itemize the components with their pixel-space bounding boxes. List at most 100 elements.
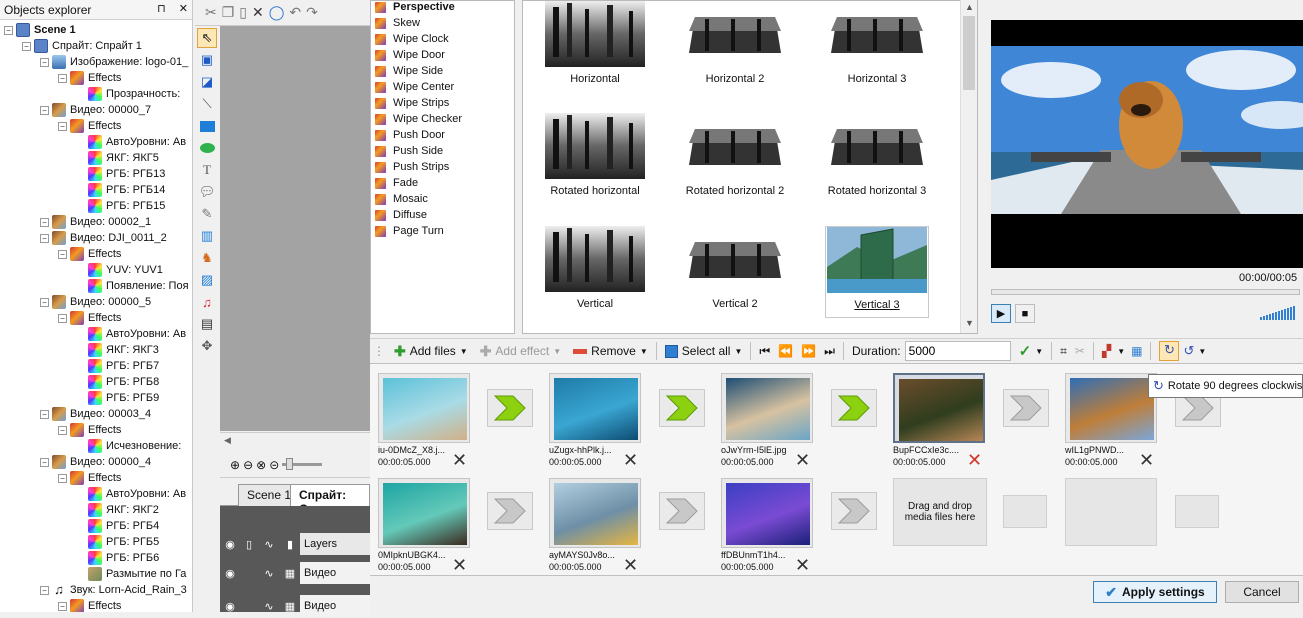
audio-tool-icon[interactable]: ♫ [197,292,217,312]
apply-settings-button[interactable]: ✔ Apply settings [1093,581,1217,603]
transition-thumb[interactable]: Rotated horizontal 3 [825,113,929,197]
scroll-thumb[interactable] [963,16,975,90]
media-item[interactable] [378,373,470,443]
rotate-ccw-icon[interactable]: ↺ [1183,343,1194,359]
ellipse-tool-icon[interactable] [197,138,217,158]
pin-icon[interactable]: ⊓ [157,3,166,15]
tree-item[interactable]: РГБ: РГБ8 [76,374,159,390]
transition-item[interactable]: Mosaic [375,191,428,207]
collapse-icon[interactable]: − [40,233,49,243]
dropdown-icon[interactable]: ▼ [1035,347,1043,356]
grid-view-icon[interactable]: ▦ [1131,344,1142,358]
text-tool-icon[interactable]: T [197,160,217,180]
callout-tool-icon[interactable]: 💬︎ [197,182,217,202]
eye-icon[interactable]: ◉ [220,600,240,613]
tree-item[interactable]: − Scene 1 [4,22,76,38]
tree-item[interactable]: Появление: Поя [76,278,189,294]
play-button[interactable]: ▶ [991,304,1011,323]
tree-item[interactable]: − Effects [58,598,121,612]
rectangle-tool-icon[interactable] [197,116,217,136]
tree-item[interactable]: − Effects [58,470,121,486]
cancel-button[interactable]: Cancel [1225,581,1299,603]
tree-item[interactable]: − Спрайт: Спрайт 1 [22,38,142,54]
tree-item[interactable]: − Видео: DJI_0011_2 [40,230,167,246]
tree-item[interactable]: − Видео: 00000_4 [40,454,151,470]
transition-arrow-icon[interactable] [659,492,705,530]
add-files-button[interactable]: ✚ Add files ▼ [388,340,474,362]
transition-item[interactable]: Fade [375,175,418,191]
redo-icon[interactable]: ↷ [306,4,318,21]
dropdown-icon[interactable]: ▼ [1198,347,1206,356]
volume-icon[interactable] [1260,306,1300,320]
first-frame-icon[interactable]: ⏮ [759,344,770,359]
tree-item[interactable]: РГБ: РГБ9 [76,390,159,406]
tree-item[interactable]: РГБ: РГБ13 [76,166,165,182]
image-tool-icon[interactable]: ▨ [197,270,217,290]
transition-thumb[interactable]: Horizontal [543,1,647,85]
audio-wave-icon[interactable]: ∿ [258,567,280,580]
layer-row[interactable]: ◉ ∿ ▦ Видео [220,561,370,585]
transition-item[interactable]: Push Strips [375,159,449,175]
transition-thumb[interactable]: Vertical 3 [825,226,929,318]
close-icon[interactable]: ✕ [179,3,188,15]
tree-item[interactable]: РГБ: РГБ15 [76,198,165,214]
transition-item[interactable]: Wipe Strips [375,95,449,111]
remove-media-icon[interactable]: ✕ [967,451,982,469]
freehand-tool-icon[interactable]: ✎ [197,204,217,224]
transition-arrow-icon[interactable] [831,389,877,427]
scroll-left-icon[interactable]: ◀ [224,435,231,446]
sprite-tool-icon[interactable]: ▣ [197,50,217,70]
collapse-icon[interactable]: − [58,121,67,131]
remove-media-icon[interactable]: ✕ [452,451,467,469]
drop-zone[interactable]: Drag and drop media files here [893,478,987,546]
collapse-icon[interactable]: − [58,249,67,259]
collapse-icon[interactable]: − [4,25,13,35]
transition-item[interactable]: Wipe Clock [375,31,449,47]
tree-item[interactable]: ЯКГ: ЯКГ5 [76,150,159,166]
undo-icon[interactable]: ↶ [289,4,301,21]
remove-media-icon[interactable]: ✕ [623,556,638,574]
circle-icon[interactable]: ◯ [269,4,285,21]
cut-icon[interactable]: ✂ [205,4,217,21]
media-item[interactable] [549,478,641,548]
layer-row[interactable]: ◉ ∿ ▦ Видео [220,594,370,618]
line-tool-icon[interactable]: ⟍ [197,94,217,114]
paste-icon[interactable]: ▯ [239,4,247,21]
transition-thumb[interactable]: Vertical 2 [683,226,787,310]
tree-item[interactable]: − Effects [58,118,121,134]
tab-sprite[interactable]: Спрайт: Спра [290,484,370,516]
collapse-icon[interactable]: − [40,105,49,115]
select-all-button[interactable]: Select all ▼ [659,340,749,362]
tree-item[interactable]: РГБ: РГБ4 [76,518,159,534]
tree-item[interactable]: Размытие по Га [76,566,186,582]
transition-thumb[interactable]: Horizontal 3 [825,1,929,85]
tree-item[interactable]: − Видео: 00000_5 [40,294,151,310]
tree-item[interactable]: − Изображение: logo-01_ [40,54,188,70]
transition-item[interactable]: Diffuse [375,207,427,223]
transition-item[interactable]: Wipe Door [375,47,445,63]
scroll-up-icon[interactable]: ▲ [965,2,974,12]
zoom-minus-icon[interactable]: ⊝ [269,458,279,472]
duration-input[interactable] [904,341,1011,361]
transition-arrow-icon[interactable] [487,389,533,427]
media-item[interactable] [721,373,813,443]
collapse-icon[interactable]: − [58,473,67,483]
transition-item[interactable]: Wipe Checker [375,111,462,127]
audio-wave-icon[interactable]: ∿ [258,600,280,613]
scroll-down-icon[interactable]: ▼ [965,318,974,328]
tree-item[interactable]: ЯКГ: ЯКГ2 [76,502,159,518]
delete-icon[interactable]: ✕ [252,4,264,21]
transition-item[interactable]: Wipe Center [375,79,454,95]
media-item[interactable] [721,478,813,548]
transition-arrow-icon[interactable] [487,492,533,530]
add-effect-button[interactable]: ✚ Add effect ▼ [474,340,567,362]
tree-item[interactable]: ЯКГ: ЯКГ3 [76,342,159,358]
tree-item[interactable]: РГБ: РГБ14 [76,182,165,198]
collapse-icon[interactable]: − [22,41,31,51]
tree-item[interactable]: − Видео: 00003_4 [40,406,151,422]
transition-thumb[interactable]: Horizontal 2 [683,1,787,85]
transition-item[interactable]: Push Door [375,127,445,143]
transition-thumb[interactable]: Rotated horizontal [543,113,647,197]
crop-icon[interactable]: ⌗ [1060,344,1067,359]
tree-item[interactable]: − Видео: 00002_1 [40,214,151,230]
